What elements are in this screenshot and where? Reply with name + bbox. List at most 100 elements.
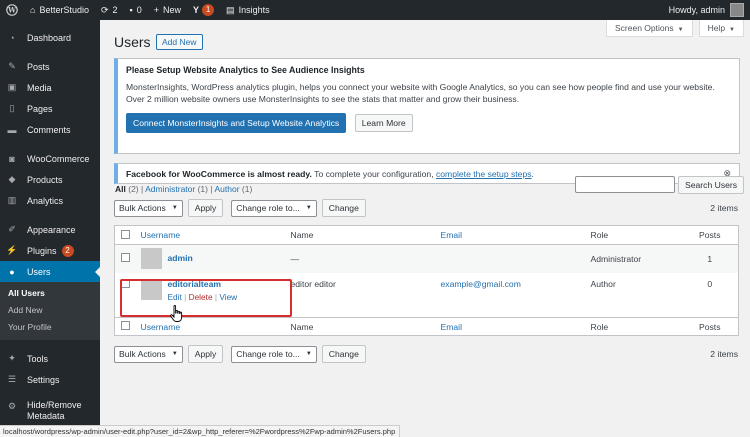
column-email[interactable]: Email <box>441 230 463 240</box>
sidebar-item-pages[interactable]: ▯ Pages <box>0 98 100 119</box>
sidebar-item-plugins[interactable]: ⚡ Plugins 2 <box>0 240 100 261</box>
insights-icon: ▤ <box>226 4 235 15</box>
table-header: Username Name Email Role Posts <box>114 225 739 245</box>
filter-author[interactable]: Author (1) <box>214 184 252 194</box>
howdy-link[interactable]: Howdy, admin <box>669 5 725 15</box>
sidebar-item-hide-metadata[interactable]: ⚙ Hide/Remove Metadata <box>0 398 100 426</box>
user-icon: ● <box>9 266 15 277</box>
sidebar-item-settings[interactable]: ☰ Settings <box>0 369 100 390</box>
sidebar-item-posts[interactable]: ✎ Posts <box>0 56 100 77</box>
pin-icon: ✎ <box>8 61 16 71</box>
caret-down-icon: ▼ <box>677 27 684 33</box>
refresh-icon: ⟳ <box>100 4 109 15</box>
brush-icon: ✐ <box>8 224 16 234</box>
sidebar-item-products[interactable]: ◆ Products <box>0 169 100 190</box>
change-role-select[interactable]: Change role to... ▼ <box>231 345 317 363</box>
submenu-your-profile[interactable]: Your Profile <box>0 319 100 336</box>
connect-monsterinsights-button[interactable]: Connect MonsterInsights and Setup Websit… <box>126 113 347 133</box>
yoast-icon: Y <box>193 5 200 15</box>
plugins-badge: 2 <box>61 244 74 257</box>
hand-cursor-icon <box>170 305 184 325</box>
column-name: Name <box>286 317 437 336</box>
yoast-badge: 1 <box>202 4 215 16</box>
user-posts[interactable]: 0 <box>682 273 739 318</box>
notice-body: MonsterInsights, WordPress analytics plu… <box>126 82 715 104</box>
user-name: — <box>286 244 437 273</box>
comment-icon: ▪ <box>129 5 133 15</box>
sidebar-item-analytics[interactable]: ▥ Analytics <box>0 190 100 211</box>
wp-logo-icon[interactable]: W <box>0 0 24 20</box>
help-button[interactable]: Help ▼ <box>698 20 744 37</box>
yoast-link[interactable]: Y 1 <box>187 0 220 20</box>
sidebar-item-media[interactable]: ▣ Media <box>0 77 100 98</box>
sidebar-item-woocommerce[interactable]: ◙ WooCommerce <box>0 148 100 169</box>
username-link[interactable]: admin <box>168 253 193 263</box>
main-content: Screen Options ▼ Help ▼ Users Add New Plea… <box>100 20 750 425</box>
select-all-checkbox[interactable] <box>121 229 130 239</box>
dashboard-icon: ◔ <box>9 32 15 43</box>
bulk-actions-select[interactable]: Bulk Actions ▼ <box>114 345 183 363</box>
change-role-button[interactable]: Change <box>321 199 366 217</box>
avatar[interactable] <box>730 3 744 17</box>
learn-more-button[interactable]: Learn More <box>354 114 413 132</box>
complete-setup-link[interactable]: complete the setup steps <box>436 169 532 179</box>
notice-heading: Please Setup Website Analytics to See Au… <box>126 65 365 75</box>
sidebar-item-comments[interactable]: ▬ Comments <box>0 119 100 140</box>
user-posts[interactable]: 1 <box>681 244 739 273</box>
user-email[interactable]: example@gmail.com <box>441 279 521 289</box>
bulk-actions-select[interactable]: Bulk Actions ▼ <box>114 199 183 217</box>
column-email[interactable]: Email <box>441 322 463 332</box>
apply-button[interactable]: Apply <box>187 345 224 363</box>
monsterinsights-notice: Please Setup Website Analytics to See Au… <box>114 58 740 154</box>
table-footer: Username Name Email Role Posts <box>114 317 739 336</box>
users-submenu: All Users Add New Your Profile <box>0 282 100 340</box>
user-role: Administrator <box>586 244 682 273</box>
caret-down-icon: ▼ <box>305 205 312 211</box>
column-username[interactable]: Username <box>141 230 181 240</box>
sidebar-item-appearance[interactable]: ✐ Appearance <box>0 219 100 240</box>
change-role-button[interactable]: Change <box>321 345 366 363</box>
new-content-link[interactable]: + New <box>148 0 187 20</box>
sidebar-item-dashboard[interactable]: ◔ Dashboard <box>0 27 100 48</box>
highlight-box <box>120 279 292 317</box>
settings-icon: ☰ <box>7 374 17 384</box>
comment-icon: ▬ <box>7 124 17 135</box>
page-icon: ▯ <box>9 103 15 113</box>
caret-down-icon: ▼ <box>729 27 735 33</box>
column-posts: Posts <box>681 317 739 336</box>
insights-link[interactable]: ▤ Insights <box>220 0 276 20</box>
sidebar-item-users[interactable]: ● Users <box>0 261 100 282</box>
svg-text:W: W <box>7 6 16 15</box>
select-all-checkbox[interactable] <box>121 321 130 330</box>
apply-button[interactable]: Apply <box>187 199 224 217</box>
admin-sidebar: ◔ Dashboard ✎ Posts ▣ Media ▯ Pages ▬ Comment… <box>0 20 100 425</box>
sidebar-item-tools[interactable]: ✦ Tools <box>0 348 100 369</box>
column-role: Role <box>586 225 682 245</box>
user-email[interactable] <box>436 244 587 273</box>
table-row: admin — Administrator 1 <box>114 244 739 273</box>
fb-notice-text: To complete your configuration, <box>311 168 436 179</box>
submenu-all-users[interactable]: All Users <box>0 285 100 302</box>
search-input[interactable] <box>575 176 675 193</box>
site-name-link[interactable]: ⌂ BetterStudio <box>24 0 95 20</box>
user-role: Author <box>590 278 616 289</box>
column-name: Name <box>286 225 437 245</box>
filter-all[interactable]: All (2) <box>115 184 139 194</box>
media-icon: ▣ <box>7 82 17 92</box>
woocommerce-icon: ◙ <box>9 153 15 164</box>
box-icon: ◆ <box>8 174 16 184</box>
page-title: Users <box>114 34 151 50</box>
screen-options-button[interactable]: Screen Options ▼ <box>606 20 693 37</box>
updates-link[interactable]: ⟳ 2 <box>95 0 124 20</box>
gear-icon: ⚙ <box>7 400 17 411</box>
filter-administrator[interactable]: Administrator (1) <box>145 184 208 194</box>
search-users-button[interactable]: Search Users <box>678 176 745 194</box>
items-count: 2 items <box>710 203 738 213</box>
plus-icon: + <box>153 5 160 15</box>
submenu-add-new[interactable]: Add New <box>0 302 100 319</box>
row-checkbox[interactable] <box>121 253 130 263</box>
items-count: 2 items <box>710 349 738 359</box>
change-role-select[interactable]: Change role to... ▼ <box>231 199 317 217</box>
add-new-button[interactable]: Add New <box>156 34 203 50</box>
comments-link[interactable]: ▪ 0 <box>124 0 148 20</box>
